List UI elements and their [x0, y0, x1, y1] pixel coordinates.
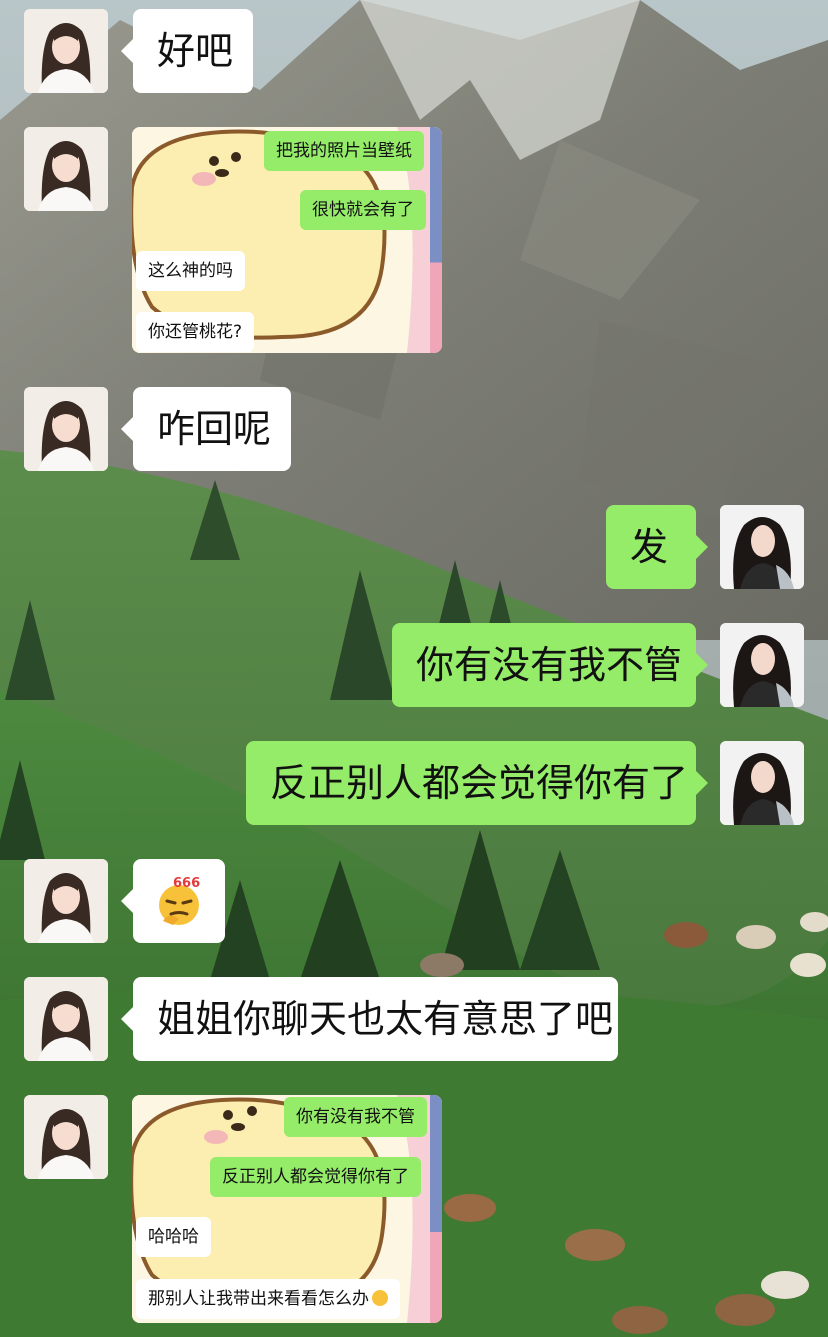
message-bubble-outgoing[interactable]: 你有没有我不管 [392, 623, 708, 707]
contact-avatar[interactable] [24, 977, 108, 1061]
woman-portrait-avatar-icon [24, 1095, 108, 1179]
woman-portrait-avatar-icon [24, 387, 108, 471]
image-message-screenshot[interactable]: 你有没有我不管 反正别人都会觉得你有了 哈哈哈 那别人让我带出来看看怎么办 [132, 1095, 442, 1323]
woman-portrait-avatar-icon [720, 505, 804, 589]
quoted-message-outgoing: 反正别人都会觉得你有了 [210, 1157, 421, 1197]
woman-portrait-avatar-icon [720, 741, 804, 825]
woman-portrait-avatar-icon [720, 623, 804, 707]
message-bubble-outgoing[interactable]: 反正别人都会觉得你有了 [246, 741, 708, 825]
contact-avatar[interactable] [24, 9, 108, 93]
woman-portrait-avatar-icon [24, 127, 108, 211]
quoted-message-incoming: 这么神的吗 [136, 251, 245, 291]
woman-portrait-avatar-icon [24, 859, 108, 943]
quoted-message-outgoing: 很快就会有了 [300, 190, 426, 230]
image-message-screenshot[interactable]: 把我的照片当壁纸 很快就会有了 这么神的吗 你还管桃花? [132, 127, 442, 353]
message-bubble-incoming[interactable]: 好吧 [121, 9, 253, 93]
sticker-bubble[interactable]: 666 [121, 859, 225, 943]
woman-portrait-avatar-icon [24, 977, 108, 1061]
my-avatar[interactable] [720, 623, 804, 707]
woman-portrait-avatar-icon [24, 9, 108, 93]
thinking-666-emoji-icon: 666 [159, 876, 200, 925]
contact-avatar[interactable] [24, 387, 108, 471]
contact-avatar[interactable] [24, 1095, 108, 1179]
quoted-message-incoming: 你还管桃花? [136, 312, 255, 352]
image-side-stripe [430, 1095, 442, 1323]
image-side-stripe [430, 127, 442, 353]
thinking-face-icon [372, 1290, 388, 1306]
my-avatar[interactable] [720, 741, 804, 825]
contact-avatar[interactable] [24, 127, 108, 211]
quoted-message-incoming: 那别人让我带出来看看怎么办 [136, 1279, 400, 1319]
quoted-message-text: 那别人让我带出来看看怎么办 [148, 1289, 369, 1309]
message-bubble-incoming[interactable]: 姐姐你聊天也太有意思了吧 [121, 977, 618, 1061]
contact-avatar[interactable] [24, 859, 108, 943]
sticker-badge-text: 666 [173, 876, 200, 891]
quoted-message-incoming: 哈哈哈 [136, 1217, 211, 1257]
message-bubble-outgoing[interactable]: 发 [606, 505, 708, 589]
quoted-message-outgoing: 把我的照片当壁纸 [264, 131, 424, 171]
my-avatar[interactable] [720, 505, 804, 589]
quoted-message-outgoing: 你有没有我不管 [284, 1097, 427, 1137]
message-bubble-incoming[interactable]: 咋回呢 [121, 387, 291, 471]
